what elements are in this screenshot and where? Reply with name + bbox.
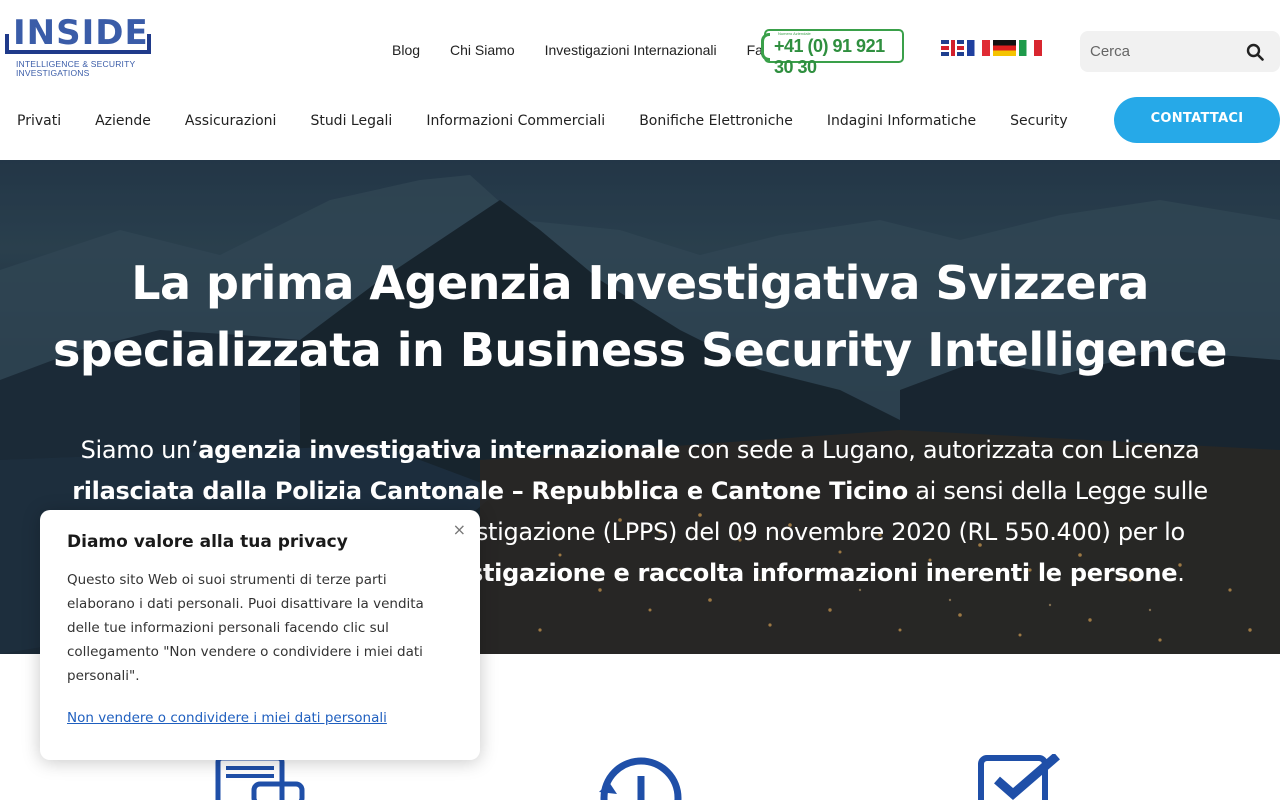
topnav-blog[interactable]: Blog bbox=[392, 42, 420, 58]
privacy-optout-link[interactable]: Non vendere o condividere i miei dati pe… bbox=[67, 710, 387, 726]
hero-title-line1: La prima Agenzia Investigativa Svizzera bbox=[131, 256, 1149, 310]
de-flag-icon[interactable] bbox=[993, 40, 1016, 56]
search-box bbox=[1080, 31, 1280, 72]
nav-indagini-informatiche[interactable]: Indagini Informatiche bbox=[827, 113, 976, 129]
privacy-title: Diamo valore alla tua privacy bbox=[67, 532, 348, 552]
topnav-investigazioni-internazionali[interactable]: Investigazioni Internazionali bbox=[545, 42, 717, 58]
topnav-chi-siamo[interactable]: Chi Siamo bbox=[450, 42, 515, 58]
document-icon bbox=[215, 755, 305, 800]
it-flag-icon[interactable] bbox=[1019, 40, 1042, 56]
language-switcher bbox=[941, 40, 1042, 56]
nav-studi-legali[interactable]: Studi Legali bbox=[310, 113, 392, 129]
history-clock-icon bbox=[599, 757, 682, 800]
hero-text-part4: . bbox=[1177, 559, 1185, 587]
phone-badge[interactable]: Numero Aziendale +41 (0) 91 921 30 30 bbox=[761, 29, 904, 77]
search-input[interactable] bbox=[1080, 31, 1240, 72]
hero-text-part2: con sede a Lugano, autorizzata con Licen… bbox=[680, 436, 1200, 464]
phone-icon bbox=[761, 33, 770, 61]
hero-text-bold1: agenzia investigativa internazionale bbox=[198, 436, 681, 464]
hero-title-line2: specializzata in Business Security Intel… bbox=[53, 323, 1227, 377]
hero-title: La prima Agenzia Investigativa Svizzera … bbox=[0, 250, 1280, 384]
contact-button[interactable]: CONTATTACI bbox=[1114, 97, 1280, 143]
nav-informazioni-commerciali[interactable]: Informazioni Commerciali bbox=[426, 113, 605, 129]
hero-text-bold2: rilasciata dalla Polizia Cantonale – Rep… bbox=[72, 477, 908, 505]
logo-subtitle: INTELLIGENCE & SECURITY INVESTIGATIONS bbox=[16, 60, 135, 78]
main-nav: Privati Aziende Assicurazioni Studi Lega… bbox=[17, 113, 1102, 129]
top-nav: Blog Chi Siamo Investigazioni Internazio… bbox=[392, 42, 801, 58]
close-icon[interactable]: × bbox=[453, 520, 466, 539]
logo-subtitle-line2: INVESTIGATIONS bbox=[16, 68, 90, 78]
checkbox-icon bbox=[978, 754, 1060, 800]
nav-aziende[interactable]: Aziende bbox=[95, 113, 151, 129]
site-header: INSIDE INTELLIGENCE & SECURITY INVESTIGA… bbox=[0, 0, 1280, 160]
uk-flag-icon[interactable] bbox=[941, 40, 964, 56]
logo-word: INSIDE bbox=[13, 13, 149, 53]
nav-bonifiche-elettroniche[interactable]: Bonifiche Elettroniche bbox=[639, 113, 793, 129]
fr-flag-icon[interactable] bbox=[967, 40, 990, 56]
privacy-body: Questo sito Web oi suoi strumenti di ter… bbox=[67, 572, 424, 684]
nav-assicurazioni[interactable]: Assicurazioni bbox=[185, 113, 277, 129]
privacy-popup: × Diamo valore alla tua privacy Questo s… bbox=[40, 510, 480, 760]
nav-privati[interactable]: Privati bbox=[17, 113, 61, 129]
nav-security[interactable]: Security bbox=[1010, 113, 1068, 129]
hero-text-part1: Siamo un’ bbox=[80, 436, 199, 464]
search-icon[interactable] bbox=[1246, 43, 1264, 61]
phone-number: +41 (0) 91 921 30 30 bbox=[774, 36, 885, 77]
site-logo[interactable]: INSIDE INTELLIGENCE & SECURITY INVESTIGA… bbox=[5, 14, 153, 82]
